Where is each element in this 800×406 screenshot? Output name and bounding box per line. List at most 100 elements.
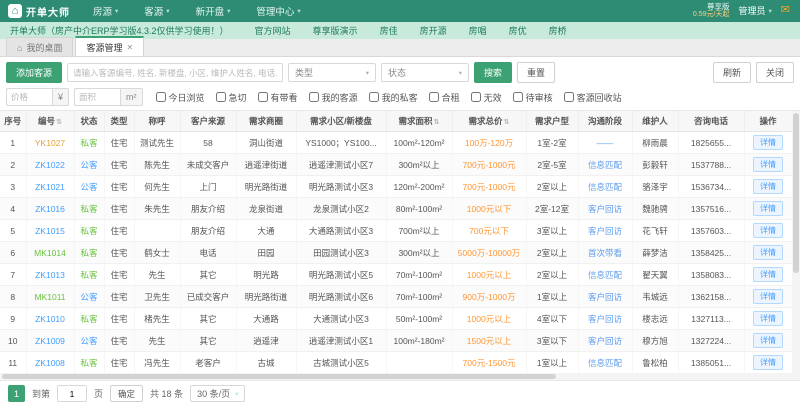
menu-item-新开盘[interactable]: 新开盘 ▾ (183, 0, 244, 22)
customer-code: ZK1016 (26, 197, 75, 220)
table-row[interactable]: 5 ZK1015 私客 住宅 朋友介绍 大通 大通路测试小区3 700m²以上 700元以下 3室… (0, 219, 793, 242)
notice-link[interactable]: 房优 (509, 24, 527, 37)
area-filter: m² (74, 88, 143, 106)
detail-button[interactable]: 详情 (753, 223, 783, 238)
price-input[interactable] (6, 88, 52, 106)
add-customer-button[interactable]: 添加客源 (6, 62, 63, 83)
notice-link[interactable]: 尊享版演示 (313, 24, 358, 37)
promo-banner[interactable]: 尊享版 0.59元/天起 (693, 2, 730, 20)
checkbox-input[interactable] (563, 92, 574, 102)
tab-我的桌面[interactable]: ⌂ 我的桌面 (6, 37, 74, 56)
checkbox-input[interactable] (155, 92, 166, 102)
column-header-size[interactable]: 需求面积⇅ (386, 111, 453, 132)
vertical-scrollbar[interactable] (792, 111, 800, 380)
detail-button[interactable]: 详情 (753, 333, 783, 348)
detail-button[interactable]: 详情 (753, 355, 783, 370)
notice-link[interactable]: 房佳 (380, 24, 398, 37)
menu-item-客源[interactable]: 客源 ▾ (131, 0, 182, 22)
checkbox-input[interactable] (470, 92, 481, 102)
checkbox-input[interactable] (215, 92, 226, 102)
mail-icon[interactable]: ✉ (781, 5, 790, 16)
price-cell: 5000万-10000万 (452, 241, 527, 264)
status-badge: 公客 (74, 285, 105, 308)
filter-checkbox-我的私客[interactable]: 我的私客 (368, 91, 418, 104)
close-button[interactable]: 关闭 (755, 62, 794, 83)
column-header-code[interactable]: 编号⇅ (26, 111, 75, 132)
detail-button[interactable]: 详情 (753, 157, 783, 172)
customer-code: ZK1009 (26, 329, 75, 352)
table-row[interactable]: 10 ZK1009 公客 住宅 先生 其它 逍遥津 逍遥津测试小区1 100m²-180m² 15… (0, 329, 793, 352)
table-row[interactable]: 7 ZK1013 私客 住宅 先生 其它 明光路 明光路测试小区5 70m²-100m² 1000… (0, 263, 793, 286)
detail-button[interactable]: 详情 (753, 135, 783, 150)
price-cell: 1000元以下 (452, 197, 527, 220)
reset-button[interactable]: 重置 (517, 62, 556, 83)
customer-code: YK1027 (26, 131, 75, 154)
detail-button[interactable]: 详情 (753, 245, 783, 260)
filter-checkbox-我的客源[interactable]: 我的客源 (308, 91, 358, 104)
price-cell: 100万-120万 (452, 131, 527, 154)
checkbox-input[interactable] (308, 92, 319, 102)
tab-客源管理[interactable]: 客源管理 ✕ (75, 36, 145, 56)
type-select[interactable]: 类型 ▾ (288, 63, 377, 82)
sort-icon[interactable]: ⇅ (434, 119, 440, 126)
name-cell: 卫先生 (134, 285, 181, 308)
checkbox-input[interactable] (428, 92, 439, 102)
detail-button[interactable]: 详情 (753, 311, 783, 326)
page-button-1[interactable]: 1 (8, 385, 25, 402)
column-header-action: 操作 (744, 111, 793, 132)
detail-button[interactable]: 详情 (753, 201, 783, 216)
type-cell: 住宅 (104, 329, 135, 352)
action-cell: 详情 (744, 197, 793, 220)
phone-cell: 1385051... (678, 351, 745, 374)
table-row[interactable]: 9 ZK1010 私客 住宅 楮先生 其它 大通路 大通测试小区3 50m²-100m² 1000… (0, 307, 793, 330)
table-row[interactable]: 2 ZK1022 公客 住宅 陈先生 未成交客户 逍遥津街道 逍遥津测试小区7 300m²以上 7… (0, 153, 793, 176)
filter-checkbox-无效[interactable]: 无效 (470, 91, 502, 104)
checkbox-input[interactable] (368, 92, 379, 102)
notice-link[interactable]: 房桥 (549, 24, 567, 37)
size-cell: 120m²-200m² (386, 175, 453, 198)
menu-item-房源[interactable]: 房源 ▾ (80, 0, 131, 22)
filter-checkbox-待审核[interactable]: 待审核 (512, 91, 553, 104)
goto-confirm-button[interactable]: 确定 (110, 385, 144, 402)
table-row[interactable]: 4 ZK1016 私客 住宅 朱先生 朋友介绍 龙泉街道 龙泉测试小区2 80m²-100m² 1… (0, 197, 793, 220)
checkbox-input[interactable] (512, 92, 523, 102)
notice-link[interactable]: 官方网站 (255, 24, 291, 37)
filter-checkbox-急切[interactable]: 急切 (215, 91, 247, 104)
filter-checkbox-合租[interactable]: 合租 (428, 91, 460, 104)
column-header-name: 称呼 (134, 111, 181, 132)
table-row[interactable]: 3 ZK1021 公客 住宅 何先生 上门 明光路街道 明光路测试小区3 120m²-200m²… (0, 175, 793, 198)
status-select-value: 状态 (388, 68, 407, 78)
notice-link[interactable]: 房开源 (420, 24, 447, 37)
status-select[interactable]: 状态 ▾ (381, 63, 470, 82)
horizontal-scrollbar[interactable] (0, 373, 792, 380)
column-header-price[interactable]: 需求总价⇅ (452, 111, 527, 132)
area-input[interactable] (74, 88, 121, 106)
detail-button[interactable]: 详情 (753, 179, 783, 194)
table-row[interactable]: 11 ZK1008 私客 住宅 冯先生 老客户 古城 古城测试小区5 700元-1500元 1室以… (0, 351, 793, 374)
detail-button[interactable]: 详情 (753, 289, 783, 304)
no-cell: 9 (0, 307, 27, 330)
sort-icon[interactable]: ⇅ (504, 119, 510, 126)
sort-icon[interactable]: ⇅ (56, 119, 62, 126)
table-row[interactable]: 1 YK1027 私客 住宅 测试先生 58 洞山街道 YS1000；YS100... 100m… (0, 131, 793, 154)
filter-checkbox-有带看[interactable]: 有带看 (257, 91, 298, 104)
search-input[interactable] (67, 63, 284, 82)
type-cell: 住宅 (104, 285, 135, 308)
table-row[interactable]: 8 MK1011 公客 住宅 卫先生 已成交客户 明光路街道 明光路测试小区6 70m²-100… (0, 285, 793, 308)
filter-checkbox-客源回收站[interactable]: 客源回收站 (563, 91, 622, 104)
customer-code: ZK1022 (26, 153, 75, 176)
status-badge: 私客 (74, 131, 105, 154)
phone-cell: 1327224... (678, 329, 745, 352)
per-page-select[interactable]: 30 条/页 ▾ (190, 385, 246, 402)
goto-page-input[interactable] (57, 385, 88, 402)
search-button[interactable]: 搜索 (474, 62, 513, 83)
notice-link[interactable]: 房唱 (469, 24, 487, 37)
table-row[interactable]: 6 MK1014 私客 住宅 鹤女士 电话 田园 田园测试小区3 300m²以上 5000万-10… (0, 241, 793, 264)
detail-button[interactable]: 详情 (753, 267, 783, 282)
refresh-button[interactable]: 刷新 (712, 62, 751, 83)
user-menu[interactable]: 管理员 ▾ (739, 4, 772, 17)
menu-item-管理中心[interactable]: 管理中心 ▾ (243, 0, 313, 22)
close-icon[interactable]: ✕ (126, 43, 133, 52)
filter-checkbox-今日浏览[interactable]: 今日浏览 (155, 91, 205, 104)
checkbox-input[interactable] (257, 92, 268, 102)
